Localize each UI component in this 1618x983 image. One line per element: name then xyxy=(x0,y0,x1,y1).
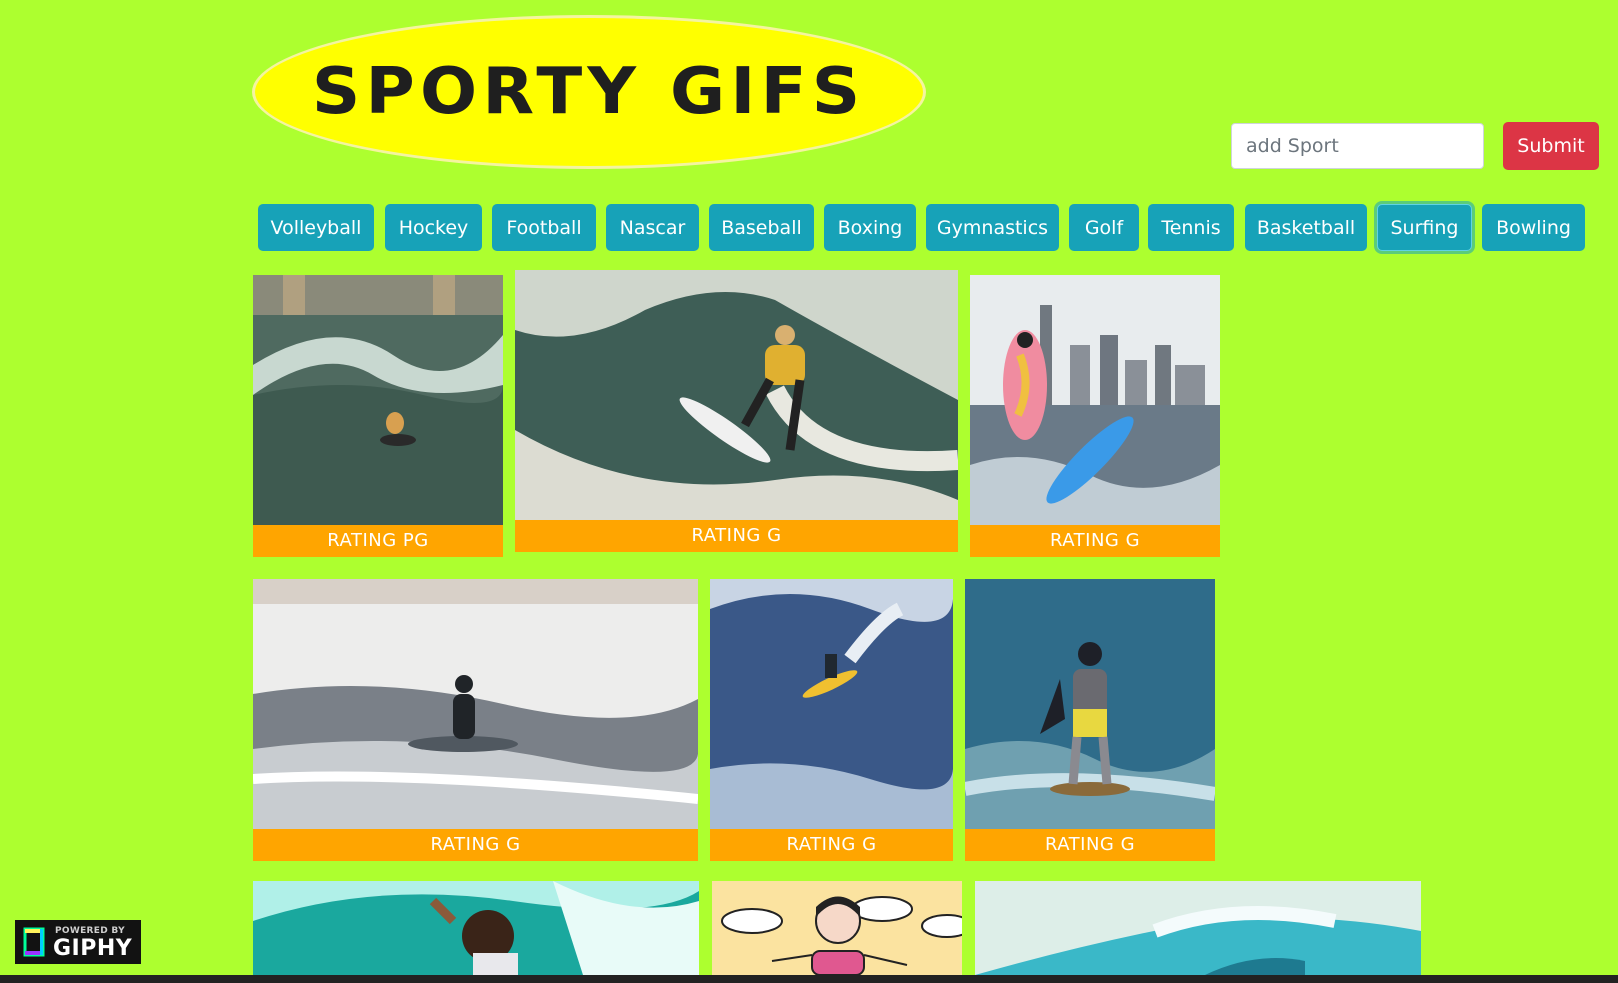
sport-button-nascar[interactable]: Nascar xyxy=(606,204,699,251)
rating-label: RATING G xyxy=(710,829,953,861)
gif-card[interactable]: RATING G xyxy=(970,275,1220,557)
site-title: SPORTY GIFS xyxy=(312,55,866,129)
rating-label: RATING G xyxy=(965,829,1215,861)
gif-card[interactable] xyxy=(712,881,962,975)
rating-label: RATING G xyxy=(970,525,1220,557)
sport-button-hockey[interactable]: Hockey xyxy=(385,204,482,251)
gif-image[interactable] xyxy=(710,579,953,829)
gif-card[interactable] xyxy=(253,881,699,975)
sport-button-gymnastics[interactable]: Gymnastics xyxy=(926,204,1059,251)
rating-label: RATING PG xyxy=(253,525,503,557)
giphy-logo-icon xyxy=(23,927,45,957)
gif-image[interactable] xyxy=(965,579,1215,829)
submit-button[interactable]: Submit xyxy=(1503,122,1599,170)
bottom-bar xyxy=(0,975,1618,983)
giphy-badge-main: GIPHY xyxy=(53,936,133,961)
sport-button-baseball[interactable]: Baseball xyxy=(709,204,814,251)
gif-image[interactable] xyxy=(712,881,962,975)
gif-card[interactable] xyxy=(975,881,1421,975)
giphy-badge-top: POWERED BY xyxy=(55,926,125,936)
gif-image[interactable] xyxy=(970,275,1220,525)
site-logo: SPORTY GIFS xyxy=(252,15,926,169)
sport-button-tennis[interactable]: Tennis xyxy=(1148,204,1234,251)
gif-image[interactable] xyxy=(975,881,1421,975)
sport-button-basketball[interactable]: Basketball xyxy=(1245,204,1367,251)
sport-button-volleyball[interactable]: Volleyball xyxy=(258,204,374,251)
gif-image[interactable] xyxy=(253,579,698,829)
gif-image[interactable] xyxy=(515,270,958,520)
sport-button-golf[interactable]: Golf xyxy=(1069,204,1139,251)
gif-image[interactable] xyxy=(253,881,699,975)
gif-image[interactable] xyxy=(253,275,503,525)
rating-label: RATING G xyxy=(253,829,698,861)
powered-by-giphy-badge[interactable]: POWERED BY GIPHY xyxy=(15,920,141,964)
gif-card[interactable]: RATING G xyxy=(710,579,953,861)
sport-button-boxing[interactable]: Boxing xyxy=(824,204,916,251)
gif-card[interactable]: RATING G xyxy=(253,579,698,861)
sport-button-surfing[interactable]: Surfing xyxy=(1377,204,1472,251)
sport-button-football[interactable]: Football xyxy=(492,204,596,251)
gif-card[interactable]: RATING G xyxy=(965,579,1215,861)
gif-card[interactable]: RATING PG xyxy=(253,275,503,557)
add-sport-input[interactable] xyxy=(1231,123,1484,169)
rating-label: RATING G xyxy=(515,520,958,552)
sport-button-bowling[interactable]: Bowling xyxy=(1482,204,1585,251)
gif-card[interactable]: RATING G xyxy=(515,270,958,552)
